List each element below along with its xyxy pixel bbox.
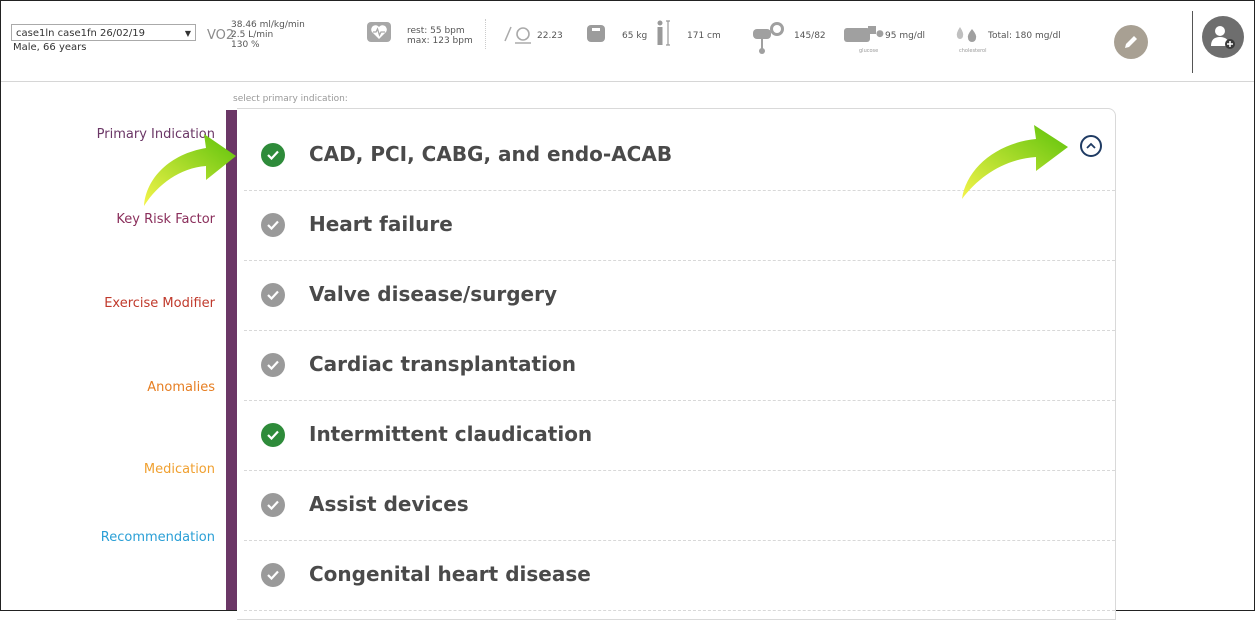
glucose-value: 95 mg/dl <box>885 31 926 41</box>
blood-pressure-icon <box>751 17 791 61</box>
divider <box>485 19 486 49</box>
cholesterol-value: Total: 180 mg/dl <box>988 31 1061 41</box>
check-icon <box>261 283 285 307</box>
heart-rate-values: rest: 55 bpm max: 123 bpm <box>407 26 473 46</box>
check-icon <box>261 353 285 377</box>
patient-demographics: Male, 66 years <box>13 42 87 53</box>
blood-pressure-value: 145/82 <box>794 31 826 41</box>
list-item-label: Heart failure <box>309 212 453 236</box>
check-icon <box>261 143 285 167</box>
check-icon <box>261 423 285 447</box>
check-icon <box>261 213 285 237</box>
check-icon <box>261 563 285 587</box>
list-item-label: CAD, PCI, CABG, and endo-ACAB <box>309 142 673 166</box>
glucose-icon <box>844 26 878 48</box>
list-item-label: Congenital heart disease <box>309 562 591 586</box>
collapse-button[interactable] <box>1080 135 1102 157</box>
list-item-label: Assist devices <box>309 492 469 516</box>
drop-icon: ● <box>876 29 884 39</box>
bmi-value: 22.23 <box>537 31 563 41</box>
vo2-pct-value: 130 % <box>231 40 260 50</box>
heart-rate-icon <box>367 22 391 42</box>
patient-selector-value: case1ln case1fn 26/02/19 <box>16 28 145 39</box>
user-add-icon <box>1211 26 1235 49</box>
add-user-button[interactable] <box>1202 16 1244 58</box>
list-item[interactable]: Cardiac transplantation <box>237 331 1115 401</box>
list-item-label: Cardiac transplantation <box>309 352 576 376</box>
sidebar-item-anomalies[interactable]: Anomalies <box>147 380 215 395</box>
chevron-up-icon <box>1086 142 1096 149</box>
vo2-values: 38.46 ml/kg/min 2.5 L/min 130 % <box>231 20 305 50</box>
list-item[interactable]: Assist devices <box>237 471 1115 541</box>
check-icon <box>261 493 285 517</box>
list-item-label: Valve disease/surgery <box>309 282 557 306</box>
callout-arrow-icon <box>144 134 236 206</box>
select-hint: select primary indication: <box>233 94 348 104</box>
list-item-label: Intermittent claudication <box>309 422 593 446</box>
glucose-caption: glucose <box>859 48 879 54</box>
header-divider <box>1192 11 1193 73</box>
cholesterol-icon <box>954 25 980 47</box>
hr-rest-value: rest: 55 bpm <box>407 26 465 36</box>
height-icon <box>655 19 673 51</box>
height-value: 171 cm <box>687 31 721 41</box>
weight-value: 65 kg <box>622 31 648 41</box>
list-item[interactable]: Heart failure <box>237 191 1115 261</box>
list-item[interactable]: Valve disease/surgery <box>237 261 1115 331</box>
vo2-l-value: 2.5 L/min <box>231 30 274 40</box>
patient-selector[interactable]: case1ln case1fn 26/02/19 ▼ <box>11 24 196 41</box>
pencil-icon <box>1125 36 1137 48</box>
list-item[interactable]: Intermittent claudication <box>237 401 1115 471</box>
edit-button[interactable] <box>1114 25 1148 59</box>
sidebar-item-key-risk-factor[interactable]: Key Risk Factor <box>116 212 215 227</box>
vo2-ml-value: 38.46 ml/kg/min <box>231 20 305 30</box>
scale-icon <box>587 25 605 42</box>
list-item[interactable]: Congenital heart disease <box>237 541 1115 611</box>
sidebar-item-exercise-modifier[interactable]: Exercise Modifier <box>104 296 215 311</box>
callout-arrow-icon <box>962 125 1068 199</box>
chevron-down-icon: ▼ <box>184 29 191 38</box>
sidebar-item-recommendation[interactable]: Recommendation <box>101 530 215 545</box>
hr-max-value: max: 123 bpm <box>407 36 473 46</box>
patient-header: case1ln case1fn 26/02/19 ▼ Male, 66 year… <box>1 1 1254 82</box>
cholesterol-caption: cholesterol <box>959 48 987 54</box>
sidebar-item-medication[interactable]: Medication <box>144 462 215 477</box>
bmi-icon <box>503 23 533 49</box>
